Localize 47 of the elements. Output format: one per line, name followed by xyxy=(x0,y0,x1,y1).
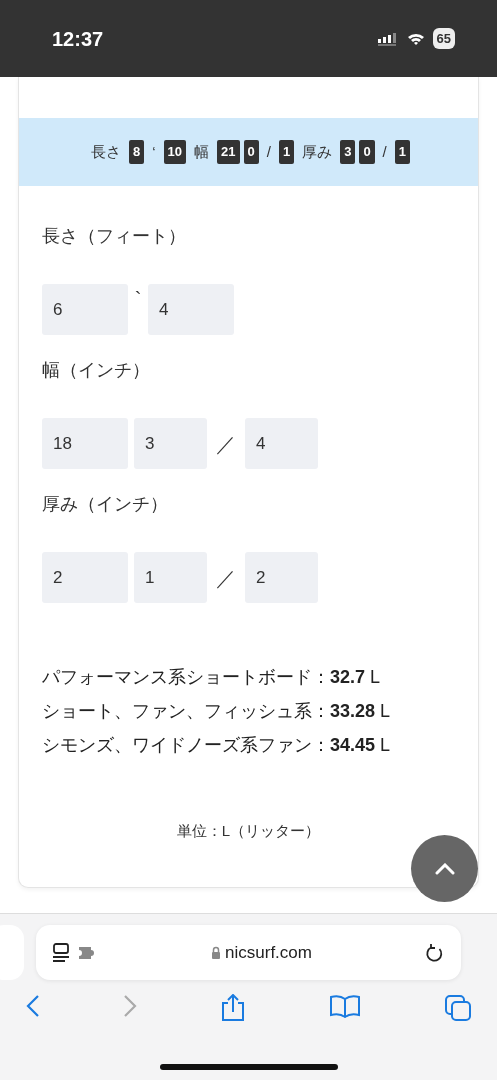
input-field[interactable]: 2 xyxy=(245,552,318,603)
value-chip: 3 xyxy=(340,140,356,164)
separator-mark: ` xyxy=(134,287,142,312)
address-bar[interactable]: nicsurf.com xyxy=(36,925,461,980)
input-field[interactable]: 4 xyxy=(245,418,318,469)
input-field[interactable]: 3 xyxy=(134,418,207,469)
chevron-up-icon xyxy=(434,862,455,875)
field-label: 長さ（フィート） xyxy=(42,225,187,248)
value-chip: 21 xyxy=(217,140,240,164)
share-icon[interactable] xyxy=(220,994,246,1022)
value-chip: 1 xyxy=(394,140,410,164)
signal-icon xyxy=(376,31,399,46)
separator-mark: ／ xyxy=(215,431,237,457)
field-label: 厚み（インチ） xyxy=(42,493,169,516)
tabs-icon[interactable] xyxy=(444,994,472,1022)
summary-label: / xyxy=(382,141,387,162)
value-chip: 0 xyxy=(359,140,375,164)
forward-icon[interactable] xyxy=(123,994,137,1018)
summary-label: / xyxy=(266,141,271,162)
back-icon[interactable] xyxy=(26,994,40,1018)
separator-mark: ／ xyxy=(215,565,237,591)
summary-label: 長さ xyxy=(91,141,121,162)
book-icon[interactable] xyxy=(329,994,361,1018)
volume-result: パフォーマンス系ショートボード：32.7 L xyxy=(42,666,382,689)
summary-label: ‘ xyxy=(152,141,156,162)
field-label: 幅（インチ） xyxy=(42,359,151,382)
input-field[interactable]: 1 xyxy=(134,552,207,603)
reload-icon xyxy=(425,941,445,964)
lock-icon xyxy=(211,946,222,959)
unit-note: 単位：L（リッター） xyxy=(175,821,322,841)
input-field[interactable]: 2 xyxy=(42,552,128,603)
volume-result: シモンズ、ワイドノーズ系ファン：34.45 L xyxy=(42,734,392,757)
input-field[interactable]: 18 xyxy=(42,418,128,469)
summary-label: 厚み xyxy=(302,141,333,162)
input-field[interactable]: 4 xyxy=(148,284,234,335)
summary-label: 幅 xyxy=(194,141,210,162)
value-chip: 10 xyxy=(163,140,187,164)
reader-icon xyxy=(52,941,70,964)
value-chip: 8 xyxy=(129,140,145,164)
wifi-icon xyxy=(406,31,425,46)
input-field[interactable]: 6 xyxy=(42,284,128,335)
value-chip: 0 xyxy=(243,140,259,164)
url-text: nicsurf.com xyxy=(225,941,312,964)
volume-result: ショート、ファン、フィッシュ系：33.28 L xyxy=(42,700,392,723)
value-chip: 1 xyxy=(278,140,295,164)
battery-level: 65 xyxy=(432,27,455,50)
status-time: 12:37 xyxy=(52,26,104,52)
